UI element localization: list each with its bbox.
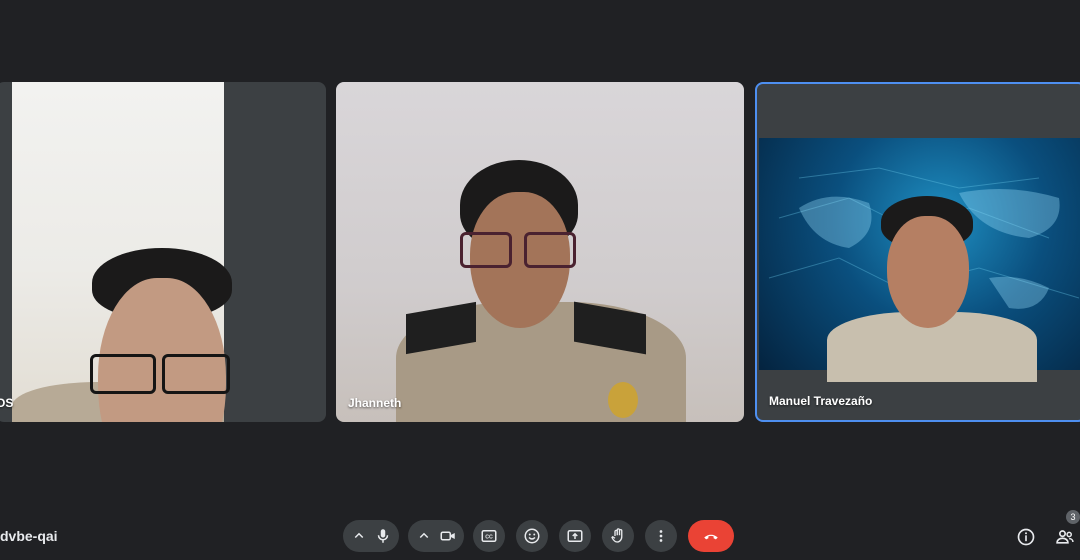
chevron-up-icon[interactable] (412, 524, 436, 548)
participant-name: OS (0, 396, 14, 410)
participant-count-badge: 3 (1066, 510, 1080, 524)
camera-control[interactable] (408, 520, 464, 552)
mic-icon[interactable] (371, 524, 395, 548)
face (887, 216, 969, 328)
people-button[interactable] (1054, 526, 1076, 548)
glasses (90, 354, 156, 394)
emoji-icon (524, 528, 540, 544)
end-call-button[interactable] (688, 520, 734, 552)
participant-tile-2[interactable]: Jhanneth (336, 82, 744, 422)
camera-icon[interactable] (436, 524, 460, 548)
info-icon (1017, 528, 1035, 546)
participant-tile-1[interactable]: OS (0, 82, 326, 422)
participant-tile-3[interactable]: Manuel Travezaño (755, 82, 1080, 422)
end-call-icon (704, 534, 718, 540)
emoji-button[interactable] (516, 520, 548, 552)
chevron-up-icon[interactable] (347, 524, 371, 548)
people-icon (1056, 530, 1074, 544)
participant-name: Manuel Travezaño (769, 394, 873, 408)
participant-name: Jhanneth (348, 396, 402, 410)
glasses (524, 232, 576, 268)
svg-text:CC: CC (485, 534, 493, 540)
hand-icon (611, 528, 623, 543)
mic-control[interactable] (343, 520, 399, 552)
captions-button[interactable]: CC (473, 520, 505, 552)
participant-video-1 (12, 82, 232, 422)
participant-video-3 (759, 138, 1080, 382)
meeting-code: dvbe-qai (0, 528, 58, 544)
participant-video-2 (336, 82, 744, 422)
raise-hand-button[interactable] (602, 520, 634, 552)
info-button[interactable] (1015, 526, 1037, 548)
present-icon (567, 530, 583, 542)
more-icon (659, 530, 663, 542)
glasses (460, 232, 512, 268)
glasses (162, 354, 230, 394)
badge-emblem (608, 382, 638, 418)
more-options-button[interactable] (645, 520, 677, 552)
present-button[interactable] (559, 520, 591, 552)
captions-icon: CC (481, 530, 497, 542)
